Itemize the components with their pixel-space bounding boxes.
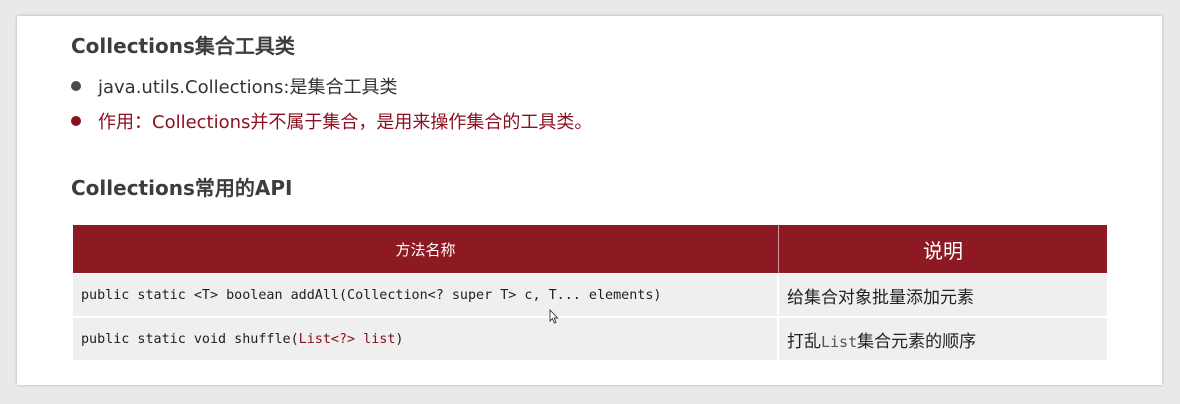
section-title-common-api: Collections常用的API	[71, 176, 293, 200]
table-header-row: 方法名称 说明	[73, 225, 1107, 273]
table-row: public static void shuffle(List<?> list)…	[73, 316, 1107, 360]
table-row: public static <T> boolean addAll(Collect…	[73, 273, 1107, 316]
signature-suffix: )	[395, 331, 404, 347]
mouse-cursor-icon	[549, 309, 559, 324]
slide: Collections集合工具类 java.utils.Collections:…	[17, 16, 1162, 385]
bullet-item-purpose: 作用：Collections并不属于集合，是用来操作集合的工具类。	[71, 108, 592, 134]
description-code: List	[821, 332, 858, 351]
signature-param-highlight: List<?> list	[298, 331, 396, 347]
method-description-addall: 给集合对象批量添加元素	[779, 273, 1107, 316]
method-signature-addall: public static <T> boolean addAll(Collect…	[73, 273, 779, 316]
description-pre: 打乱	[787, 331, 821, 352]
column-header-method: 方法名称	[73, 225, 779, 273]
bullet-item-definition: java.utils.Collections:是集合工具类	[71, 73, 397, 99]
signature-prefix: public static void shuffle(	[81, 331, 299, 347]
bullet-dot-icon	[71, 81, 81, 91]
bullet-dot-icon	[71, 116, 81, 126]
api-table: 方法名称 说明 public static <T> boolean addAll…	[73, 225, 1107, 360]
description-post: 集合元素的顺序	[857, 331, 977, 352]
method-description-shuffle: 打乱List集合元素的顺序	[779, 316, 1107, 360]
bullet-text: java.utils.Collections:是集合工具类	[98, 77, 398, 98]
bullet-text: 作用：Collections并不属于集合，是用来操作集合的工具类。	[98, 112, 593, 133]
column-header-description: 说明	[779, 225, 1107, 273]
method-signature-shuffle: public static void shuffle(List<?> list)	[73, 316, 779, 360]
section-title-collections-tool: Collections集合工具类	[71, 34, 295, 58]
